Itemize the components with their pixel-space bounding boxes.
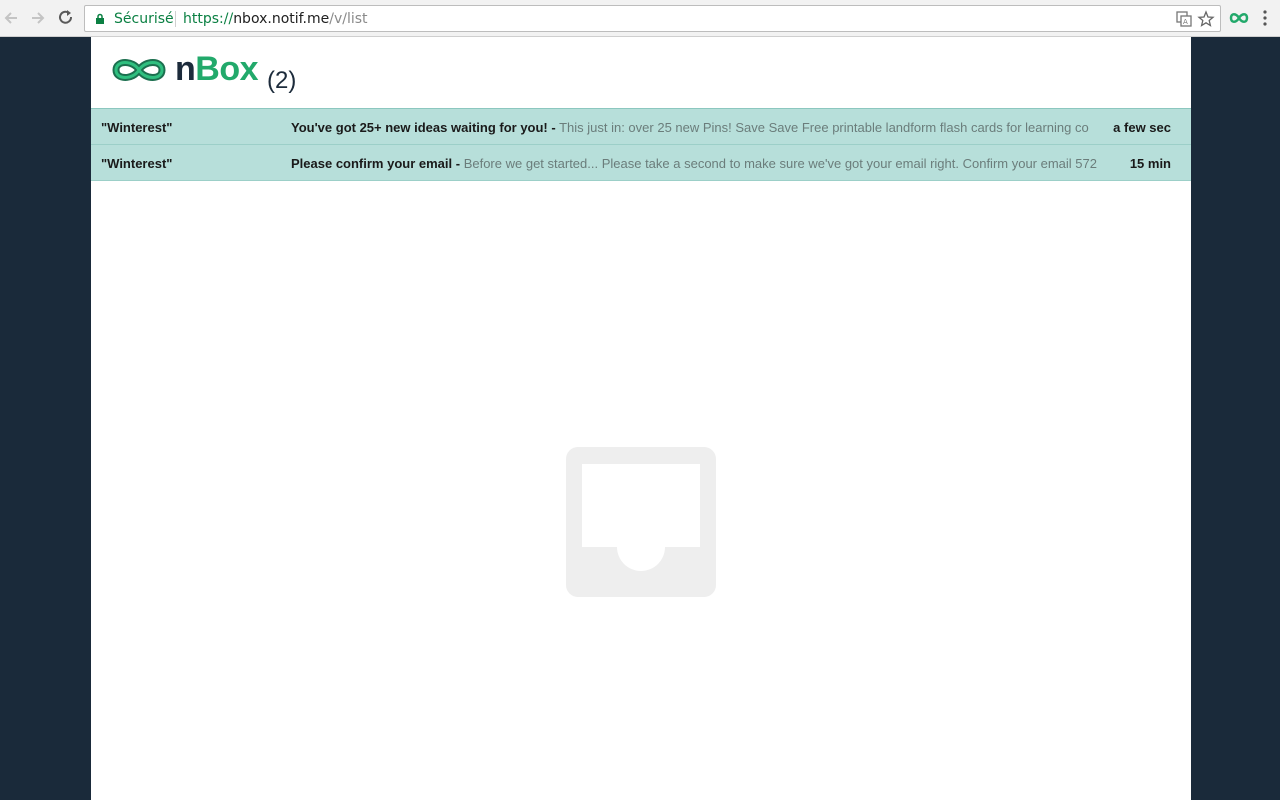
brand-name[interactable]: nBox [175,50,259,89]
email-content: You've got 25+ new ideas waiting for you… [291,120,1097,135]
email-sender: "Winterest" [101,120,173,135]
empty-inbox-icon [566,447,716,597]
email-snippet: Before we get started... Please take a s… [460,156,1097,171]
svg-text:A: A [1183,18,1188,26]
brand-box: Box [195,50,259,88]
separator [175,11,176,27]
email-content: Please confirm your email - Before we ge… [291,156,1097,171]
lock-icon [96,13,104,24]
browser-menu-icon[interactable] [1262,8,1268,28]
url-path: /v/list [329,11,368,27]
url-scheme: https:// [183,11,234,27]
back-arrow-icon[interactable] [1,8,21,28]
nbox-extension-icon[interactable] [1228,10,1250,26]
email-row[interactable]: "Winterest" You've got 25+ new ideas wai… [91,109,1191,145]
brand-n: n [175,50,196,88]
email-row[interactable]: "Winterest" Please confirm your email - … [91,145,1191,181]
email-snippet: This just in: over 25 new Pins! Save Sav… [555,120,1089,135]
infinity-logo-icon[interactable] [110,55,168,85]
forward-arrow-icon[interactable] [28,8,48,28]
reload-icon[interactable] [56,8,76,28]
secure-label: Sécurisé [114,11,174,27]
browser-toolbar: Sécurisé https://nbox.notif.me/v/list A [0,0,1280,37]
inbox-page: nBox (2) "Winterest" You've got 25+ new … [91,37,1191,800]
email-time: 15 min [1129,156,1171,171]
email-time: a few sec [1113,120,1171,135]
url-host: nbox.notif.me [233,11,330,27]
star-icon[interactable] [1197,10,1215,28]
url-text[interactable]: https://nbox.notif.me/v/list [183,11,368,27]
address-bar[interactable]: Sécurisé https://nbox.notif.me/v/list A [84,5,1221,32]
unread-count: (2) [267,67,297,94]
email-subject: You've got 25+ new ideas waiting for you… [291,120,556,135]
app-header: nBox (2) [91,37,1191,109]
email-sender: "Winterest" [101,156,173,171]
translate-icon[interactable]: A [1175,10,1193,28]
email-list: "Winterest" You've got 25+ new ideas wai… [91,109,1191,181]
email-subject: Please confirm your email - [291,156,461,171]
